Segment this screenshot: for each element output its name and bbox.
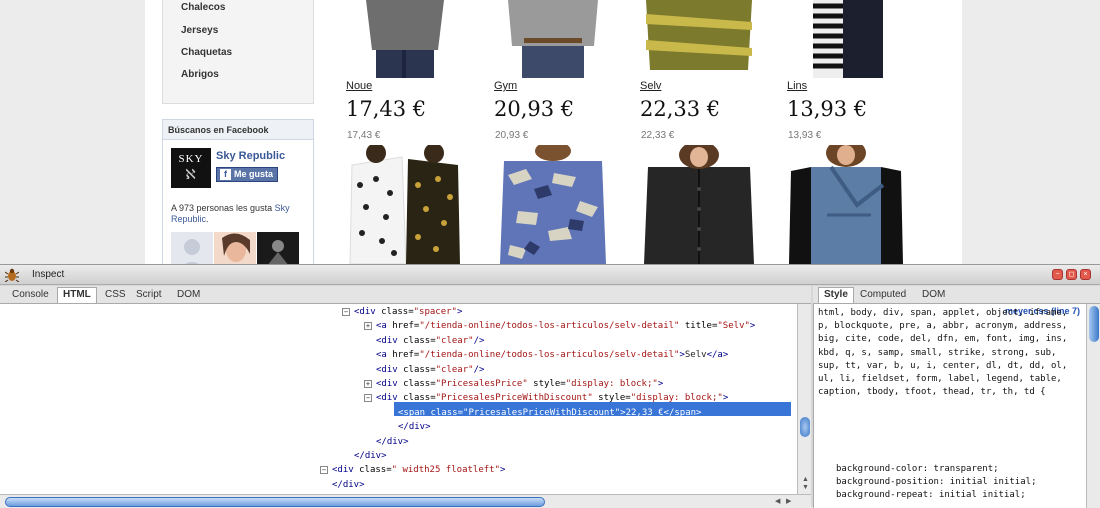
html-node-line[interactable]: </div> xyxy=(332,478,365,492)
fan-avatar-2[interactable] xyxy=(214,232,256,264)
style-panel: meyer.css (line 7) html, body, div, span… xyxy=(813,304,1086,508)
product-image-noue[interactable] xyxy=(346,0,464,78)
scroll-right-arrow-icon[interactable]: ▶ xyxy=(786,497,791,505)
html-node-line[interactable]: <div class=" width25 floatleft"> xyxy=(332,463,505,477)
css-property[interactable]: background-color: transparent; xyxy=(836,464,999,474)
html-node-line[interactable]: <span class="PricesalesPriceWithDiscount… xyxy=(398,406,701,420)
product-link-noue[interactable]: Noue xyxy=(346,80,372,92)
product-image-gym[interactable] xyxy=(494,0,612,78)
html-node-line[interactable]: <div class="clear"/> xyxy=(376,363,484,377)
detach-icon[interactable]: ◻ xyxy=(1066,269,1077,280)
facebook-widget-header: Búscanos en Facebook xyxy=(163,120,313,140)
fan-avatar-3[interactable] xyxy=(257,232,299,264)
web-page: Chalecos Jerseys Chaquetas Abrigos Búsca… xyxy=(0,0,1100,264)
html-horizontal-scrollbar[interactable]: ◀ ▶ xyxy=(0,494,811,508)
sky-republic-logo[interactable]: SKY ℵ xyxy=(171,148,211,188)
category-menu: Chalecos Jerseys Chaquetas Abrigos xyxy=(162,0,314,104)
product-price-lins: 13,93 € xyxy=(787,97,868,121)
tab-style[interactable]: Style xyxy=(818,287,854,303)
product-price-gym: 20,93 € xyxy=(494,97,575,121)
product-base-price-gym: 20,93 € xyxy=(495,130,529,141)
category-link-abrigos[interactable]: Abrigos xyxy=(181,69,219,80)
product-image-row2-4[interactable] xyxy=(787,145,905,264)
logo-text: SKY xyxy=(178,153,204,165)
like-count-text: A 973 personas les gusta xyxy=(171,203,275,213)
collapse-node-icon[interactable]: − xyxy=(320,466,328,475)
inspector-titlebar: Inspect − ◻ × xyxy=(0,265,1100,285)
tab-dom[interactable]: DOM xyxy=(172,288,205,301)
scroll-down-arrow-icon[interactable]: ▼ xyxy=(802,484,809,491)
html-node-line[interactable]: <a href="/tienda-online/todos-los-articu… xyxy=(376,319,755,333)
inspector-panel: Inspect − ◻ × Console HTML CSS Script DO… xyxy=(0,264,1100,508)
html-node-line[interactable]: <div class="PricesalesPriceWithDiscount"… xyxy=(376,391,728,405)
category-link-chaquetas[interactable]: Chaquetas xyxy=(181,47,232,58)
facebook-page-name[interactable]: Sky Republic xyxy=(216,150,285,162)
horizontal-scroll-thumb[interactable] xyxy=(5,497,545,507)
close-icon[interactable]: × xyxy=(1080,269,1091,280)
product-image-row2-3[interactable] xyxy=(640,145,758,264)
tab-css[interactable]: CSS xyxy=(100,288,131,301)
product-link-lins[interactable]: Lins xyxy=(787,80,807,92)
product-image-row2-1[interactable] xyxy=(346,145,464,264)
product-image-selv[interactable] xyxy=(640,0,758,78)
facebook-like-button[interactable]: f Me gusta xyxy=(216,167,278,182)
style-vertical-scrollbar[interactable] xyxy=(1086,304,1100,508)
inspector-title: Inspect xyxy=(32,269,65,280)
category-link-jerseys[interactable]: Jerseys xyxy=(181,25,218,36)
tab-side-dom[interactable]: DOM xyxy=(917,288,950,301)
html-node-line[interactable]: </div> xyxy=(398,420,431,434)
product-base-price-lins: 13,93 € xyxy=(788,130,822,141)
tab-script[interactable]: Script xyxy=(131,288,167,301)
logo-mark-icon: ℵ xyxy=(185,168,197,183)
style-scroll-thumb[interactable] xyxy=(1089,306,1099,342)
html-node-line[interactable]: </div> xyxy=(376,435,409,449)
html-node-line[interactable]: <div class="PricesalesPrice" style="disp… xyxy=(376,377,663,391)
category-link-chalecos[interactable]: Chalecos xyxy=(181,2,225,13)
product-image-row2-2[interactable] xyxy=(494,145,612,264)
collapse-node-icon[interactable]: − xyxy=(342,308,350,316)
html-node-line[interactable]: <div class="clear"/> xyxy=(376,334,484,348)
vertical-scroll-thumb[interactable] xyxy=(800,417,810,437)
collapse-node-icon[interactable]: − xyxy=(364,394,372,403)
facebook-widget: Búscanos en Facebook SKY ℵ Sky Republic … xyxy=(162,119,314,264)
inspector-tabs: Console HTML CSS Script DOM xyxy=(0,286,811,304)
product-base-price-noue: 17,43 € xyxy=(347,130,381,141)
html-node-line[interactable]: <a href="/tienda-online/todos-los-articu… xyxy=(376,348,728,362)
product-link-gym[interactable]: Gym xyxy=(494,80,517,92)
html-node-line[interactable]: </div> xyxy=(354,449,387,463)
like-count-suffix: . xyxy=(206,214,209,224)
product-base-price-selv: 22,33 € xyxy=(641,130,675,141)
html-vertical-scrollbar[interactable]: ▲ ▼ xyxy=(797,304,811,494)
html-tree[interactable]: <div class="spacer"> − <a href="/tienda-on… xyxy=(0,304,797,494)
css-property[interactable]: background-position: initial initial; xyxy=(836,477,1036,487)
firebug-icon xyxy=(5,268,19,282)
minimize-icon[interactable]: − xyxy=(1052,269,1063,280)
like-label: Me gusta xyxy=(234,169,274,179)
side-panel-tabs: Style Computed DOM xyxy=(813,286,1100,304)
html-node-line[interactable]: <div class="spacer"> xyxy=(354,305,462,319)
scroll-up-arrow-icon[interactable]: ▲ xyxy=(802,476,809,483)
product-image-lins[interactable] xyxy=(787,0,905,78)
facebook-icon: f xyxy=(220,169,231,180)
product-link-selv[interactable]: Selv xyxy=(640,80,661,92)
facebook-like-count: A 973 personas les gusta Sky Republic. xyxy=(171,203,311,225)
css-property[interactable]: background-repeat: initial initial; xyxy=(836,490,1026,500)
product-price-noue: 17,43 € xyxy=(346,97,427,121)
scroll-left-arrow-icon[interactable]: ◀ xyxy=(775,497,780,505)
fan-avatar-1[interactable] xyxy=(171,232,213,264)
tab-console[interactable]: Console xyxy=(7,288,54,301)
product-price-selv: 22,33 € xyxy=(640,97,721,121)
expand-node-icon[interactable]: + xyxy=(364,380,372,388)
tab-computed[interactable]: Computed xyxy=(855,288,911,301)
tab-html[interactable]: HTML xyxy=(57,287,97,303)
expand-node-icon[interactable]: + xyxy=(364,322,372,331)
css-selector: html, body, div, span, applet, object, i… xyxy=(818,308,1068,398)
